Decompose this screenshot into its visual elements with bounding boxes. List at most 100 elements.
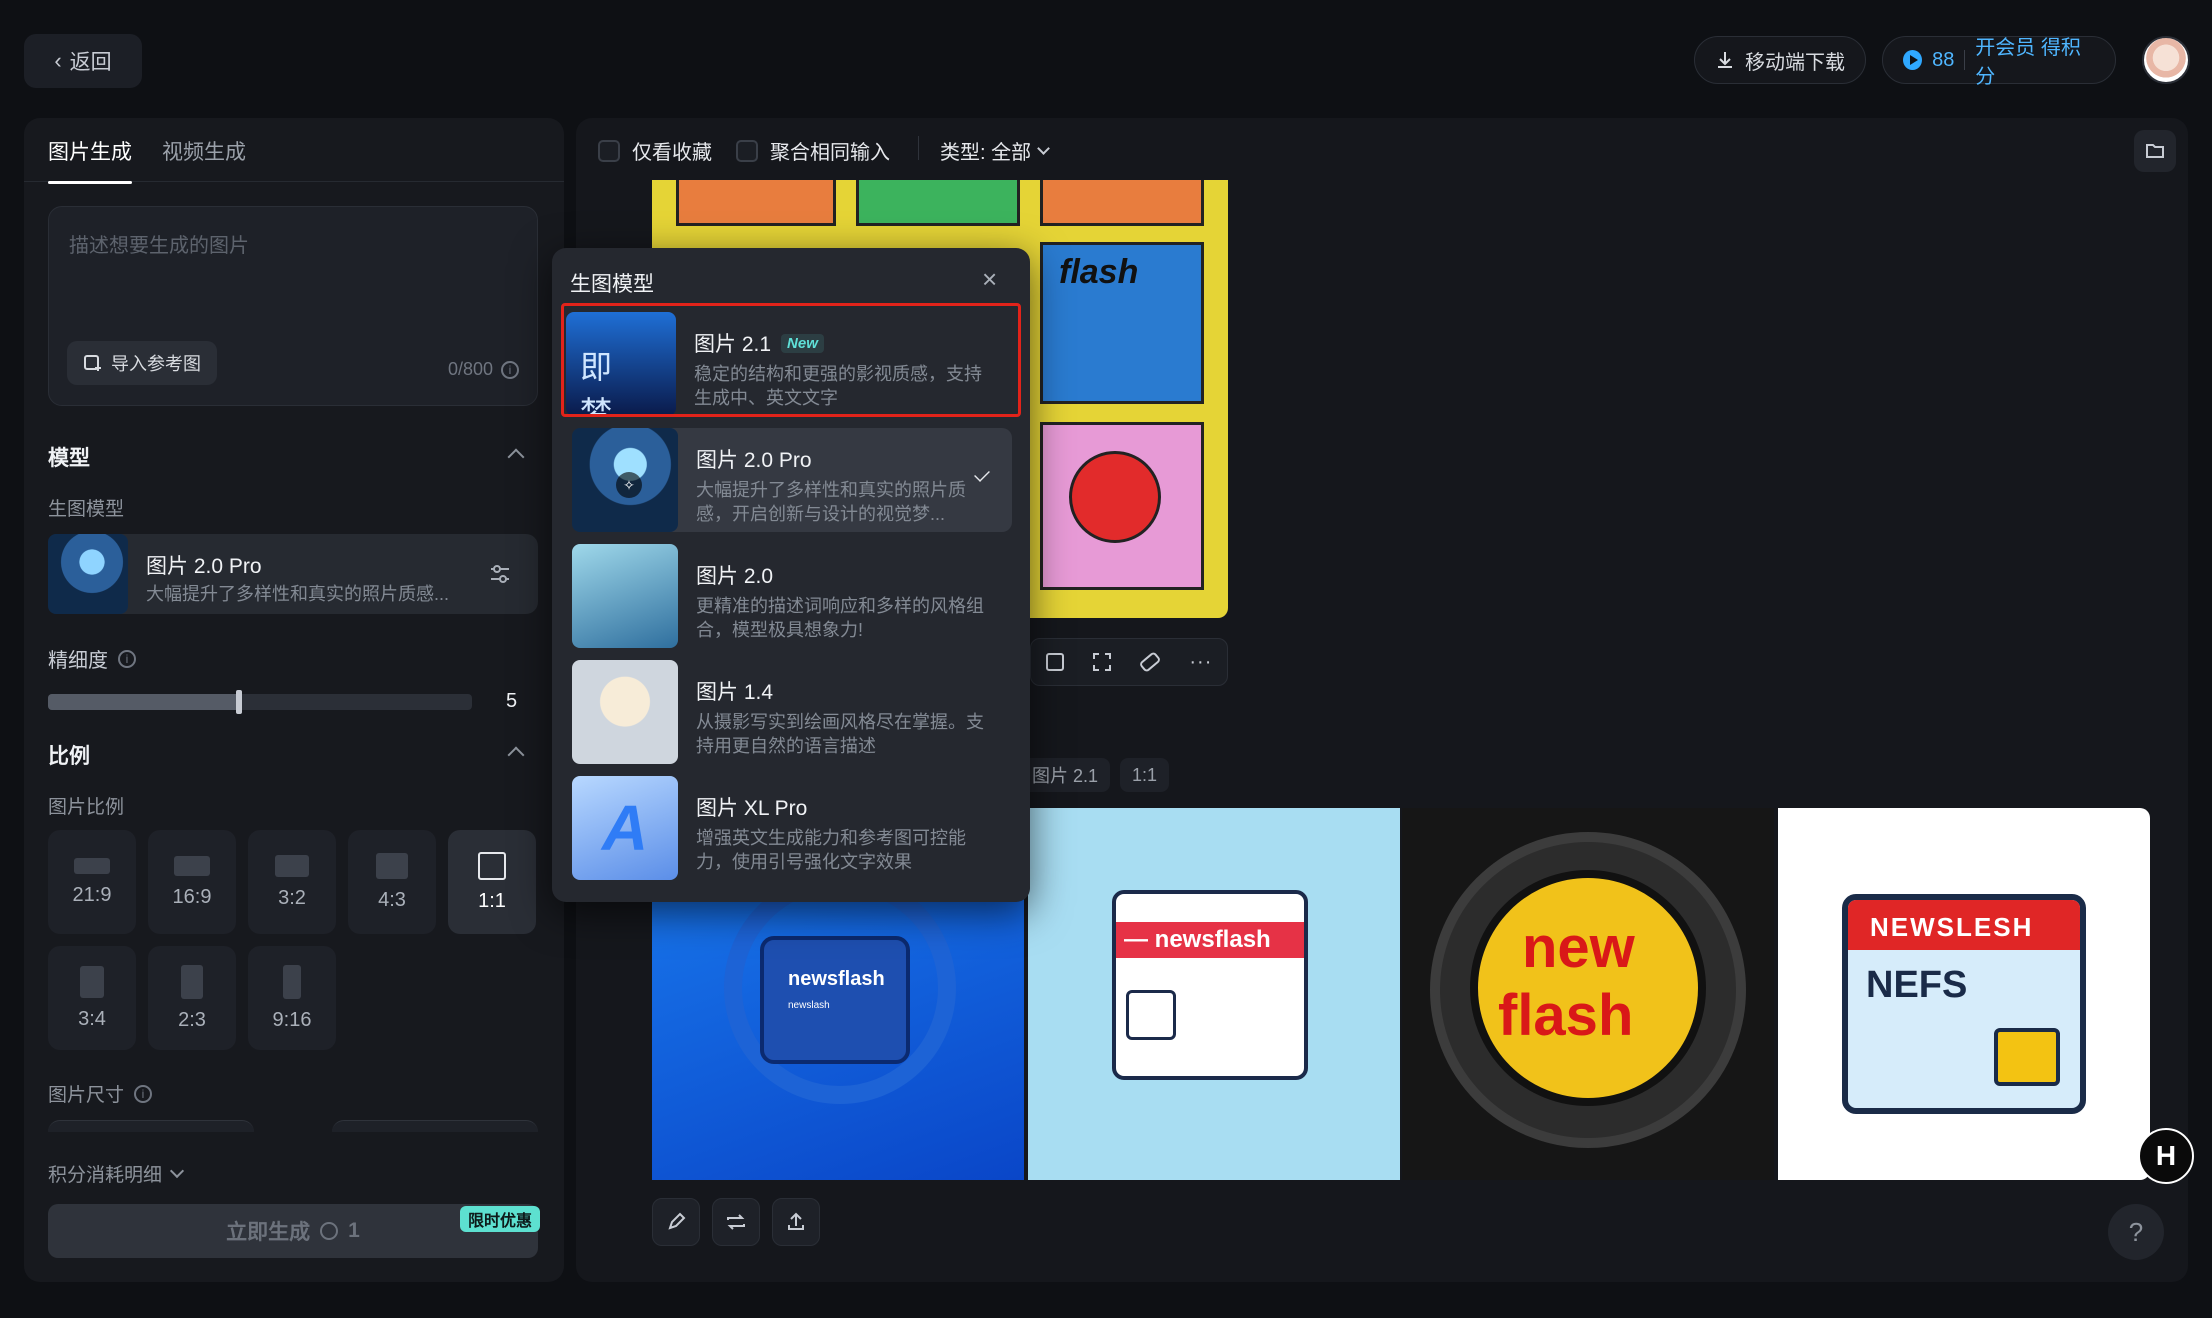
download-icon [1718,52,1732,68]
model-thumbnail [48,534,128,614]
eraser-icon[interactable] [1138,650,1162,674]
newsflash-text: — newsflash [1124,926,1271,953]
upload-icon [1126,990,1176,1040]
ratio-2-3[interactable]: 2:3 [148,946,236,1050]
newspaper-window: NEWSLESH NEFS [1842,894,2086,1114]
letter-a-icon: A [601,792,649,864]
points-pill[interactable]: 88 开会员 得积分 [1882,36,2116,88]
newspaper-headline: NEFS [1866,964,1968,1006]
type-filter-label: 类型: 全部 [940,142,1032,164]
pencil-icon [668,1212,686,1230]
result-image-2[interactable]: — newsflash [1028,808,1400,1180]
more-icon[interactable]: ··· [1189,651,1212,674]
points-value: 88 [1932,48,1955,71]
tab-video-gen[interactable]: 视频生成 [162,136,246,166]
char-count: 0/800 [447,359,493,379]
poster-cell [1040,180,1204,226]
upload-icon [788,1212,804,1230]
ratio-shape [283,964,301,999]
model-section-title: 模型 [48,447,90,470]
model-thumbnail: ✧ [572,428,678,532]
size-option[interactable] [332,1120,538,1132]
image-add-icon [84,355,101,371]
crop-icon[interactable] [1092,653,1111,671]
help-button[interactable]: ? [2108,1204,2164,1260]
info-icon[interactable]: i [118,649,136,668]
merge-checkbox[interactable] [736,139,758,162]
back-button[interactable]: ‹ 返回 [24,34,142,88]
favorites-checkbox[interactable] [598,139,620,162]
regenerate-button[interactable] [712,1198,760,1246]
gen-model-label: 生图模型 [48,499,125,520]
dropdown-title: 生图模型 [570,273,654,296]
favorites-filter[interactable]: 仅看收藏 [598,136,712,165]
mode-tabs: 图片生成 视频生成 [24,118,564,184]
ratio-3-2[interactable]: 3:2 [248,830,336,934]
selected-model-card[interactable]: 图片 2.0 Pro 大幅提升了多样性和真实的照片质感... [48,534,538,614]
chevron-left-icon: ‹ [54,48,62,73]
robot-face-icon [1069,451,1161,543]
ratio-16-9[interactable]: 16:9 [148,830,236,934]
ratio-section-header[interactable]: 比例 [48,740,525,770]
folder-button[interactable] [2134,130,2176,172]
model-option-name: 图片 XL Pro [696,797,808,820]
ratio-shape [376,852,408,879]
result-tags: 图片 2.1 1:1 [1020,758,1170,792]
selected-model-desc: 大幅提升了多样性和真实的照片质感... [146,584,450,604]
info-icon[interactable]: i [134,1084,153,1103]
chevron-down-icon [169,1163,185,1178]
result-image-4[interactable]: NEWSLESH NEFS [1778,808,2150,1180]
detail-label: 精细度 [48,650,108,672]
ratio-tag: 1:1 [1120,758,1170,792]
prompt-input[interactable] [69,229,519,329]
assistant-button[interactable]: H [2138,1128,2194,1184]
import-reference-button[interactable]: 导入参考图 [67,341,217,385]
ratio-9-16[interactable]: 9:16 [248,946,336,1050]
model-option-1-4[interactable]: 图片 1.4 从摄影写实到绘画风格尽在掌握。支持用更自然的语言描述 [572,660,1012,764]
close-icon[interactable]: × [982,264,997,295]
ratio-1-1[interactable]: 1:1 [448,830,536,934]
generate-label: 立即生成 [226,1221,311,1244]
detail-header: 精细度 i [48,644,136,673]
model-option-desc: 从摄影写实到绘画风格尽在掌握。支持用更自然的语言描述 [696,712,984,756]
tab-image-gen[interactable]: 图片生成 [48,136,132,184]
back-label: 返回 [69,51,112,74]
share-button[interactable] [772,1198,820,1246]
browser-window: — newsflash [1112,890,1308,1080]
ratio-shape [275,854,309,877]
chevron-down-icon [1994,1028,2060,1086]
cost-detail-toggle[interactable]: 积分消耗明细 [48,1160,185,1187]
ratio-21-9[interactable]: 21:9 [48,830,136,934]
avatar[interactable] [2142,36,2190,84]
model-option-xl-pro[interactable]: A 图片 XL Pro 增强英文生成能力和参考图可控能力，使用引号强化文字效果 [572,776,1012,880]
prompt-box: 导入参考图 0/800 i [48,206,538,406]
model-section-header[interactable]: 模型 [48,442,525,472]
size-header: 图片尺寸 i [48,1080,153,1107]
model-thumbnail [572,544,678,648]
info-icon[interactable]: i [501,360,519,379]
model-tag: 图片 2.1 [1020,758,1111,792]
detail-slider-handle[interactable] [236,690,242,714]
browser-window: newsflash newslash [760,936,910,1064]
generate-cost: 1 [348,1219,360,1242]
type-filter-dropdown[interactable]: 类型: 全部 [940,136,1050,165]
merge-filter[interactable]: 聚合相同输入 [736,136,890,165]
model-option-desc: 更精准的描述词响应和多样的风格组合，模型极具想象力! [696,596,984,640]
newsflash-subtext: newslash [788,1000,830,1011]
expand-icon[interactable] [1045,653,1064,671]
cost-detail-label: 积分消耗明细 [48,1165,163,1186]
model-option-2-0[interactable]: 图片 2.0 更精准的描述词响应和多样的风格组合，模型极具想象力! [572,544,1012,648]
selected-model-name: 图片 2.0 Pro [146,555,262,578]
edit-button[interactable] [652,1198,700,1246]
detail-value: 5 [506,690,518,712]
member-link[interactable]: 开会员 得积分 [1975,31,2095,89]
model-option-2-0-pro[interactable]: ✧ 图片 2.0 Pro 大幅提升了多样性和真实的照片质感，开启创新与设计的视觉… [572,428,1012,532]
new-text: new [1522,915,1635,980]
ratio-shape [478,851,506,880]
ratio-4-3[interactable]: 4:3 [348,830,436,934]
size-option[interactable] [48,1120,254,1132]
settings-sliders-icon[interactable] [488,562,512,586]
ratio-3-4[interactable]: 3:4 [48,946,136,1050]
mobile-download-button[interactable]: 移动端下载 [1694,36,1866,84]
result-image-3[interactable]: new flash [1402,808,1774,1180]
